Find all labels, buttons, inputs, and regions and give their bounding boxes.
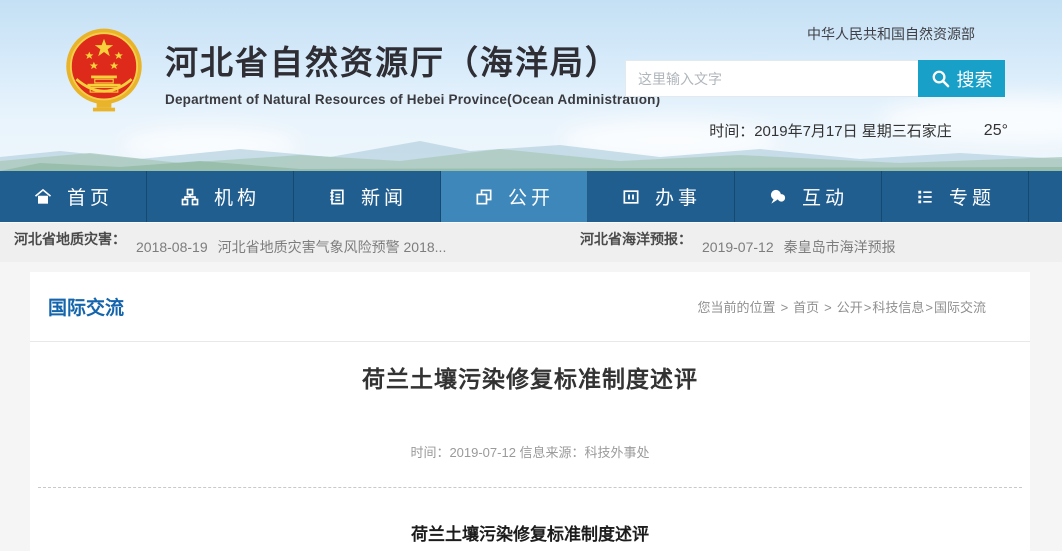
main-nav: 首页 机构 新闻 公开 办事 互动 专题: [0, 171, 1062, 222]
news-icon: [330, 189, 344, 204]
ticker-text: 秦皇岛市海洋预报: [783, 239, 896, 255]
section-title: 国际交流: [48, 298, 125, 319]
breadcrumb-separator: >: [863, 300, 872, 315]
breadcrumb: 您当前的位置 > 首页 > 公开>科技信息>国际交流: [698, 297, 986, 316]
ministry-link[interactable]: 中华人民共和国自然资源部: [807, 24, 975, 44]
ticker-label: 河北省地质灾害：: [14, 231, 126, 247]
nav-item-interact[interactable]: 互动: [735, 171, 882, 222]
nav-label: 办事: [654, 188, 701, 209]
ticker-text: 河北省地质灾害气象风险预警 2018...: [217, 239, 447, 255]
home-icon: [34, 188, 52, 204]
breadcrumb-separator: >: [925, 300, 933, 315]
breadcrumb-intl-exchange[interactable]: 国际交流: [934, 300, 986, 315]
nav-label: 机构: [213, 188, 260, 209]
search-button[interactable]: 搜索: [918, 60, 1005, 97]
nav-item-topics[interactable]: 专题: [882, 171, 1029, 222]
geo-hazard-ticker: 河北省地质灾害： 2018-08-19 河北省地质灾害气象风险预警 2018...: [14, 223, 446, 263]
article-meta: 时间：2019-07-12 信息来源：科技外事处: [410, 445, 650, 460]
temperature: 25°: [983, 121, 1008, 139]
datetime-weather: 时间：2019年7月17日 星期三 石家庄 25°: [709, 120, 1008, 141]
national-emblem-logo: [66, 28, 142, 112]
ticker-label: 河北省海洋预报：: [580, 231, 692, 247]
nav-label: 首页: [66, 188, 113, 209]
interact-icon: [770, 189, 786, 204]
breadcrumb-separator: >: [780, 300, 789, 315]
nav-item-disclosure[interactable]: 公开: [441, 171, 588, 222]
site-header: 河北省自然资源厅（海洋局） Department of Natural Reso…: [0, 0, 1062, 171]
search-button-label: 搜索: [956, 69, 993, 90]
nav-item-service[interactable]: 办事: [588, 171, 735, 222]
brand: 河北省自然资源厅（海洋局） Department of Natural Reso…: [165, 36, 660, 107]
dotted-divider: [38, 487, 1022, 488]
breadcrumb-home[interactable]: 首页: [793, 300, 819, 315]
site-title: 河北省自然资源厅（海洋局）: [165, 44, 620, 81]
ticker-bar: 河北省地质灾害： 2018-08-19 河北省地质灾害气象风险预警 2018...…: [0, 222, 1062, 262]
nav-item-home[interactable]: 首页: [0, 171, 147, 222]
ticker-news-link[interactable]: 2018-08-19 河北省地质灾害气象风险预警 2018...: [136, 232, 446, 272]
ticker-date: 2018-08-19: [136, 239, 208, 255]
ocean-forecast-ticker: 河北省海洋预报： 2019-07-12 秦皇岛市海洋预报: [580, 223, 896, 263]
search-icon: [932, 70, 949, 88]
ticker-news-link[interactable]: 2019-07-12 秦皇岛市海洋预报: [702, 232, 896, 272]
nav-label: 互动: [801, 188, 848, 209]
nav-label: 公开: [507, 188, 554, 209]
article-body-heading: 荷兰土壤污染修复标准制度述评: [411, 525, 649, 544]
date-text: 时间：2019年7月17日 星期三: [709, 123, 907, 140]
nav-item-org[interactable]: 机构: [147, 171, 294, 222]
site-subtitle: Department of Natural Resources of Hebei…: [165, 92, 661, 107]
breadcrumb-label: 您当前的位置: [697, 300, 776, 315]
disclosure-icon: [476, 189, 492, 204]
city-name: 石家庄: [906, 123, 952, 140]
service-icon: [623, 189, 639, 204]
content-box: 国际交流 您当前的位置 > 首页 > 公开>科技信息>国际交流 荷兰土壤污染修复标准制度…: [30, 272, 1030, 551]
breadcrumb-separator: >: [824, 300, 832, 315]
nav-filler: [1029, 171, 1062, 222]
breadcrumb-disclosure[interactable]: 公开: [837, 300, 863, 315]
page: 河北省自然资源厅（海洋局） Department of Natural Reso…: [0, 0, 1062, 551]
article-title: 荷兰土壤污染修复标准制度述评: [362, 366, 698, 392]
nav-item-news[interactable]: 新闻: [294, 171, 441, 222]
search-input[interactable]: [625, 60, 918, 97]
search-bar: 搜索: [625, 60, 1005, 97]
section-header: 国际交流 您当前的位置 > 首页 > 公开>科技信息>国际交流: [30, 272, 1030, 342]
topics-icon: [918, 190, 932, 203]
breadcrumb-sci-info[interactable]: 科技信息: [872, 300, 924, 315]
ticker-date: 2019-07-12: [702, 239, 774, 255]
nav-label: 专题: [948, 188, 995, 209]
nav-label: 新闻: [360, 188, 407, 209]
org-icon: [181, 188, 199, 205]
